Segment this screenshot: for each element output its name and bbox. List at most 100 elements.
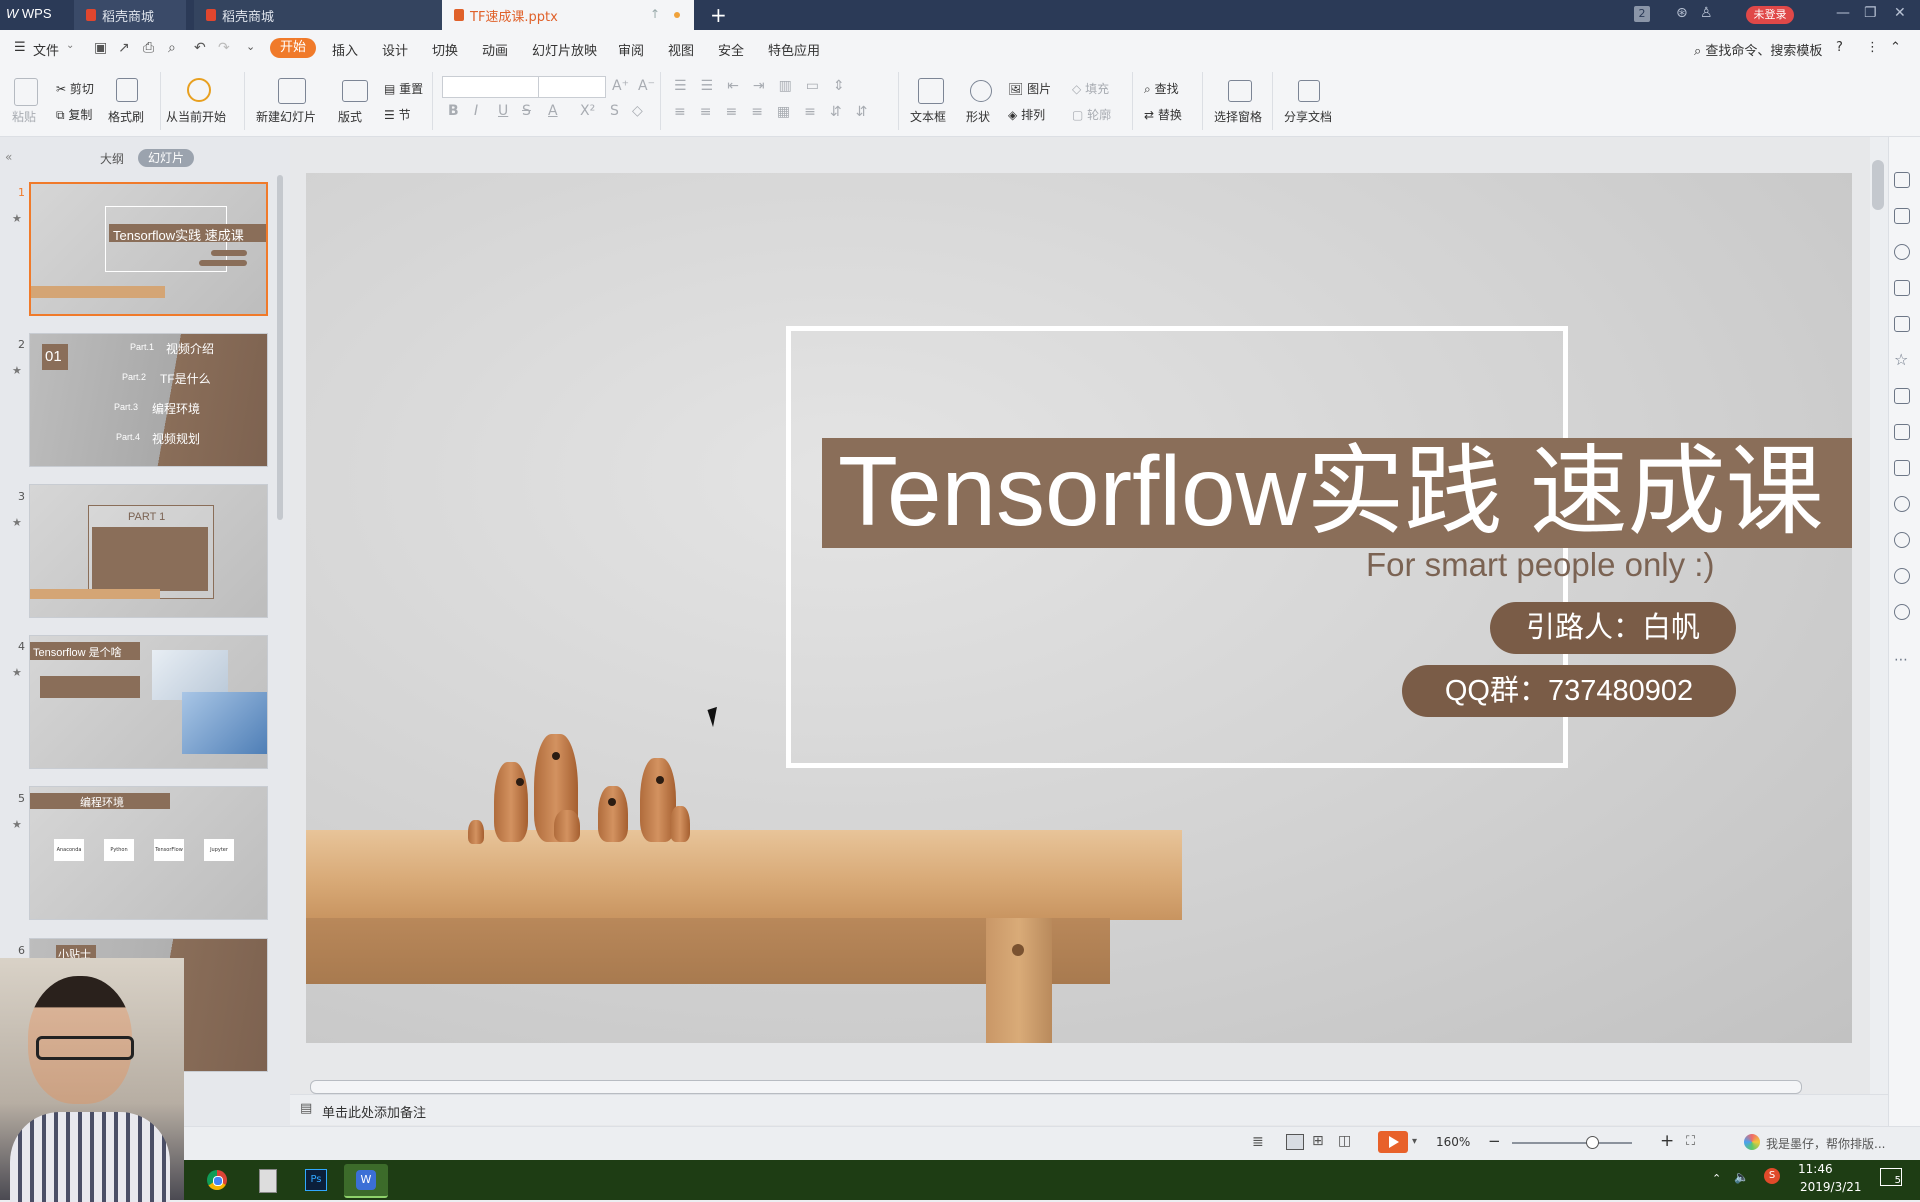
tab-review[interactable]: 审阅 (618, 40, 644, 59)
help-icon[interactable]: ? (1836, 40, 1843, 55)
shrink-font-icon[interactable]: A⁻ (638, 78, 655, 94)
tray-chevron-icon[interactable]: ⌃ (1712, 1172, 1721, 1185)
clear-format-icon[interactable]: ◇ (632, 103, 643, 119)
box-icon[interactable] (1894, 388, 1910, 404)
new-tab-button[interactable]: + (710, 3, 727, 27)
tab-transition[interactable]: 切换 (432, 40, 458, 59)
more-icon[interactable]: ⋯ (1894, 652, 1908, 668)
slide-thumbnail-5[interactable]: 编程环境 Anaconda Python TensorFlow Jupyter (29, 786, 268, 920)
font-size-select[interactable] (538, 76, 606, 98)
from-current-button[interactable]: 从当前开始 (166, 108, 226, 125)
horizontal-scrollbar[interactable] (310, 1080, 1802, 1094)
layout-button[interactable]: 版式 (338, 108, 362, 125)
slide-title[interactable]: Tensorflow实践 速成课 (838, 436, 1824, 546)
slide-thumbnail-4[interactable]: Tensorflow 是个啥 (29, 635, 268, 769)
notes-placeholder[interactable]: 单击此处添加备注 (322, 1102, 426, 1121)
tab-docer-1[interactable]: 稻壳商城 (74, 0, 186, 30)
file-menu[interactable]: 文件 (33, 40, 59, 59)
picture-button[interactable]: 🖼 图片 (1008, 80, 1051, 97)
fill-button[interactable]: ◇ 填充 (1072, 80, 1109, 97)
collapse-panel-icon[interactable]: « (5, 150, 12, 164)
object-property-icon[interactable] (1894, 172, 1910, 188)
zoom-slider-track[interactable] (1512, 1142, 1632, 1144)
skin-icon[interactable]: ⊛ (1676, 5, 1688, 21)
save-icon[interactable]: ▣ (94, 40, 107, 56)
tab-docer-2[interactable]: 稻壳商城 (194, 0, 442, 30)
photoshop-icon[interactable]: Ps (298, 1164, 332, 1196)
cut-button[interactable]: ✂ 剪切 (56, 80, 94, 97)
login-button[interactable]: 未登录 (1746, 6, 1794, 24)
preview-icon[interactable]: ⌕ (168, 40, 176, 56)
grow-font-icon[interactable]: A⁺ (612, 78, 629, 94)
textbox-icon[interactable] (918, 78, 944, 104)
select-pane-icon[interactable] (1228, 80, 1252, 102)
assistant-message[interactable]: 我是墨仔，帮你排版... (1766, 1135, 1885, 1152)
animation-icon[interactable] (1894, 208, 1910, 224)
slideshow-play-button[interactable] (1378, 1131, 1408, 1153)
image-icon[interactable] (1894, 460, 1910, 476)
slide-thumbnail-2[interactable]: 01 Part.1 视频介绍 Part.2 TF是什么 Part.3 编程环境 … (29, 333, 268, 467)
vertical-scroll-thumb[interactable] (1872, 160, 1884, 210)
format-painter-icon[interactable] (116, 78, 138, 102)
section-button[interactable]: ☰ 节 (384, 106, 411, 123)
wps-logo[interactable]: W WPS (6, 6, 52, 21)
play-icon[interactable] (187, 78, 211, 102)
chrome-icon[interactable] (200, 1164, 234, 1196)
volume-icon[interactable]: 🔈 (1734, 1170, 1749, 1184)
settings-icon[interactable] (1894, 280, 1910, 296)
assistant-icon[interactable] (1744, 1134, 1760, 1150)
sogou-icon[interactable]: S (1764, 1168, 1780, 1184)
audio-icon[interactable] (1894, 496, 1910, 512)
clock-date[interactable]: 2019/3/21 (1800, 1180, 1862, 1194)
shape-icon[interactable] (970, 80, 992, 102)
tab-home[interactable]: 开始 (270, 38, 316, 58)
share-doc-button[interactable]: 分享文档 (1284, 108, 1332, 125)
customize-icon[interactable]: ⌄ (246, 40, 255, 53)
collapse-ribbon-icon[interactable]: ⌃ (1890, 40, 1901, 55)
replace-button[interactable]: ⇄ 替换 (1144, 106, 1182, 123)
shirt-icon[interactable]: ♙ (1700, 5, 1713, 21)
zoom-level[interactable]: 160% (1436, 1135, 1470, 1149)
tab-design[interactable]: 设计 (382, 40, 408, 59)
zoom-out-button[interactable]: − (1488, 1132, 1501, 1150)
share-icon[interactable] (1298, 80, 1320, 102)
strikethrough-button[interactable]: S (522, 103, 531, 119)
print-icon[interactable]: ⎙ (143, 40, 154, 56)
outline-button[interactable]: ▢ 轮廓 (1072, 106, 1111, 123)
chevron-down-icon[interactable]: ▾ (1412, 1136, 1417, 1147)
minimize-icon[interactable]: — (1836, 5, 1850, 21)
chevron-down-icon[interactable]: ⌄ (66, 40, 74, 51)
reading-view-icon[interactable]: ◫ (1338, 1133, 1351, 1149)
outline-tab[interactable]: 大纲 (100, 150, 124, 167)
help-icon[interactable] (1894, 604, 1910, 620)
italic-button[interactable]: I (474, 103, 478, 119)
panel-scrollbar[interactable] (277, 175, 283, 520)
find-button[interactable]: ⌕ 查找 (1144, 80, 1179, 97)
tab-special[interactable]: 特色应用 (768, 40, 820, 59)
fit-window-icon[interactable]: ⛶ (1686, 1134, 1695, 1149)
copy-button[interactable]: ⧉ 复制 (56, 106, 92, 123)
arrange-button[interactable]: ◈ 排列 (1008, 106, 1045, 123)
history-icon[interactable] (1894, 568, 1910, 584)
font-name-select[interactable] (442, 76, 540, 98)
paste-icon[interactable] (14, 78, 38, 106)
tab-view[interactable]: 视图 (668, 40, 694, 59)
undo-icon[interactable]: ↶ (194, 40, 206, 56)
command-search[interactable]: ⌕ 查找命令、搜索模板 (1694, 40, 1822, 59)
vertical-scrollbar[interactable] (1870, 137, 1888, 1137)
share-icon[interactable] (1894, 424, 1910, 440)
zoom-slider-knob[interactable] (1586, 1136, 1599, 1149)
upload-icon[interactable]: ↑ (650, 7, 660, 21)
wps-taskbar-icon[interactable]: W (344, 1164, 388, 1198)
layout-icon[interactable] (342, 80, 368, 102)
bold-button[interactable]: B (448, 103, 459, 119)
close-icon[interactable]: ✕ (1894, 5, 1906, 21)
backup-icon[interactable] (1894, 532, 1910, 548)
slide-thumbnail-1[interactable]: Tensorflow实践 速成课 (29, 182, 268, 316)
textbox-button[interactable]: 文本框 (910, 108, 946, 125)
picture-icon[interactable] (1894, 316, 1910, 332)
window-count-badge[interactable]: 2 (1634, 6, 1650, 22)
reset-button[interactable]: ▤ 重置 (384, 80, 423, 97)
format-painter-button[interactable]: 格式刷 (108, 108, 144, 125)
tab-insert[interactable]: 插入 (332, 40, 358, 59)
